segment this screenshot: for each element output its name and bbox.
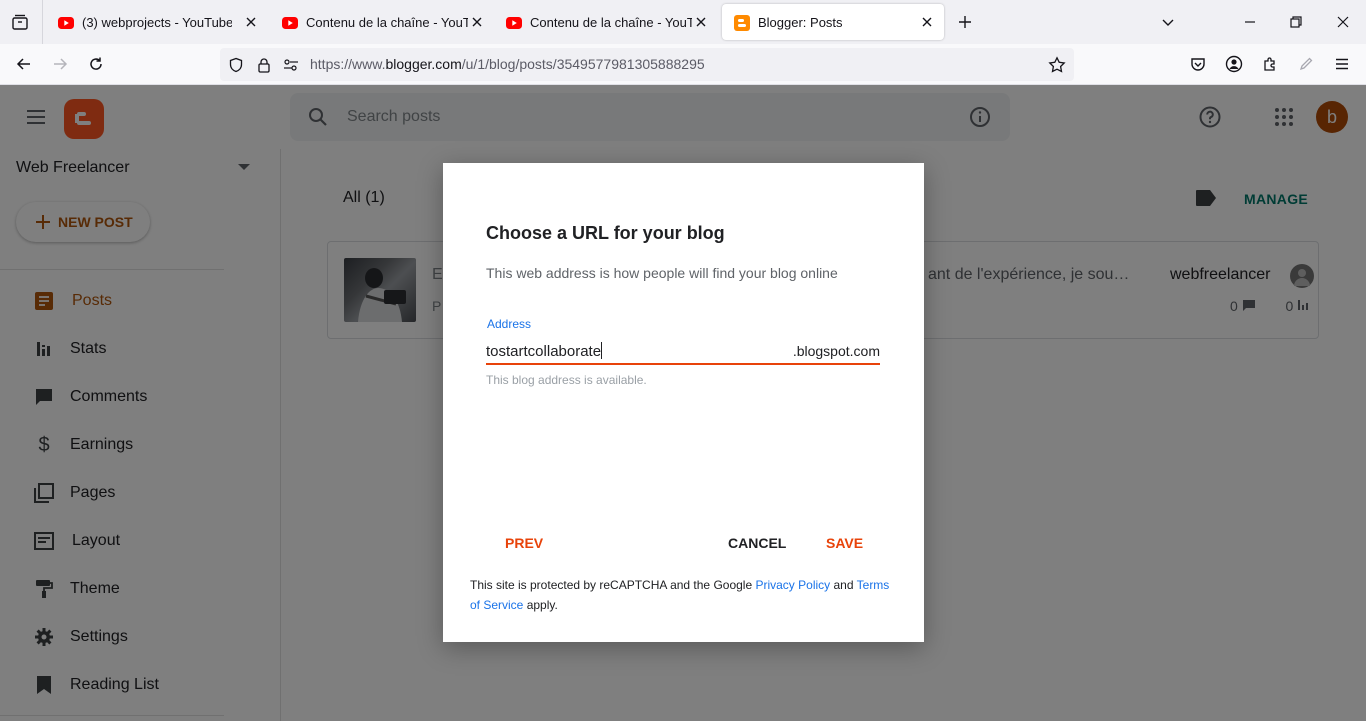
account-icon[interactable] bbox=[1222, 52, 1246, 76]
pocket-icon[interactable] bbox=[1186, 52, 1210, 76]
browser-tab-bar: (3) webprojects - YouTube Contenu de la … bbox=[0, 0, 1366, 44]
address-input[interactable]: tostartcollaborate bbox=[486, 342, 603, 360]
url-scheme: https://www. bbox=[310, 56, 386, 72]
tab-title: Contenu de la chaîne - YouTube bbox=[530, 15, 692, 30]
address-suffix: .blogspot.com bbox=[792, 343, 880, 359]
close-tab-icon[interactable] bbox=[242, 13, 260, 31]
prev-button[interactable]: PREV bbox=[505, 535, 543, 551]
recaptcha-notice: This site is protected by reCAPTCHA and … bbox=[470, 575, 902, 615]
address-bar[interactable]: https://www.blogger.com/u/1/blog/posts/3… bbox=[220, 48, 1074, 81]
url-text[interactable]: https://www.blogger.com/u/1/blog/posts/3… bbox=[310, 56, 705, 72]
cancel-button[interactable]: CANCEL bbox=[728, 535, 786, 551]
tab-title: Contenu de la chaîne - YouTube bbox=[306, 15, 468, 30]
tab-title: (3) webprojects - YouTube bbox=[82, 15, 232, 30]
menu-icon[interactable] bbox=[1330, 52, 1354, 76]
youtube-icon bbox=[58, 15, 74, 31]
new-tab-icon[interactable] bbox=[953, 10, 977, 34]
list-all-tabs-icon[interactable] bbox=[1156, 10, 1180, 34]
browser-tab[interactable]: Contenu de la chaîne - YouTube bbox=[270, 4, 494, 40]
minimize-icon[interactable] bbox=[1238, 10, 1262, 34]
browser-tab[interactable]: Contenu de la chaîne - YouTube bbox=[494, 4, 720, 40]
text-caret bbox=[601, 342, 603, 359]
address-value: tostartcollaborate bbox=[486, 343, 602, 360]
url-path: /u/1/blog/posts/3549577981305888295 bbox=[461, 56, 705, 72]
restore-icon[interactable] bbox=[1284, 10, 1308, 34]
dialog-description: This web address is how people will find… bbox=[486, 265, 838, 281]
extensions-icon[interactable] bbox=[1258, 52, 1282, 76]
tab-list-icon[interactable] bbox=[8, 10, 32, 34]
close-window-icon[interactable] bbox=[1331, 10, 1355, 34]
browser-tab-active[interactable]: Blogger: Posts bbox=[722, 4, 944, 40]
choose-url-dialog: Choose a URL for your blog This web addr… bbox=[443, 163, 924, 642]
back-icon[interactable] bbox=[12, 52, 36, 76]
shield-icon[interactable] bbox=[227, 56, 245, 74]
youtube-icon bbox=[506, 15, 522, 31]
url-host: blogger.com bbox=[385, 56, 462, 72]
close-tab-icon[interactable] bbox=[692, 13, 710, 31]
tab-separator bbox=[42, 0, 43, 44]
address-availability: This blog address is available. bbox=[486, 373, 647, 387]
reload-icon[interactable] bbox=[84, 52, 108, 76]
pen-icon[interactable] bbox=[1294, 52, 1318, 76]
browser-nav-bar: https://www.blogger.com/u/1/blog/posts/3… bbox=[0, 44, 1366, 85]
dialog-title: Choose a URL for your blog bbox=[486, 223, 725, 243]
blogger-icon bbox=[734, 15, 750, 31]
save-button[interactable]: SAVE bbox=[826, 535, 863, 551]
address-field[interactable]: tostartcollaborate .blogspot.com bbox=[486, 339, 880, 365]
recaptcha-and: and bbox=[830, 578, 857, 592]
tab-title: Blogger: Posts bbox=[758, 15, 843, 30]
page-settings-icon[interactable] bbox=[282, 56, 300, 74]
address-label: Address bbox=[487, 317, 532, 331]
star-icon[interactable] bbox=[1048, 56, 1066, 74]
close-tab-icon[interactable] bbox=[468, 13, 486, 31]
close-tab-icon[interactable] bbox=[918, 13, 936, 31]
recaptcha-suffix: apply. bbox=[523, 598, 558, 612]
youtube-icon bbox=[282, 15, 298, 31]
forward-icon[interactable] bbox=[48, 52, 72, 76]
privacy-policy-link[interactable]: Privacy Policy bbox=[755, 578, 830, 592]
browser-tab[interactable]: (3) webprojects - YouTube bbox=[46, 4, 270, 40]
recaptcha-text: This site is protected by reCAPTCHA and … bbox=[470, 578, 756, 592]
lock-icon[interactable] bbox=[255, 56, 273, 74]
